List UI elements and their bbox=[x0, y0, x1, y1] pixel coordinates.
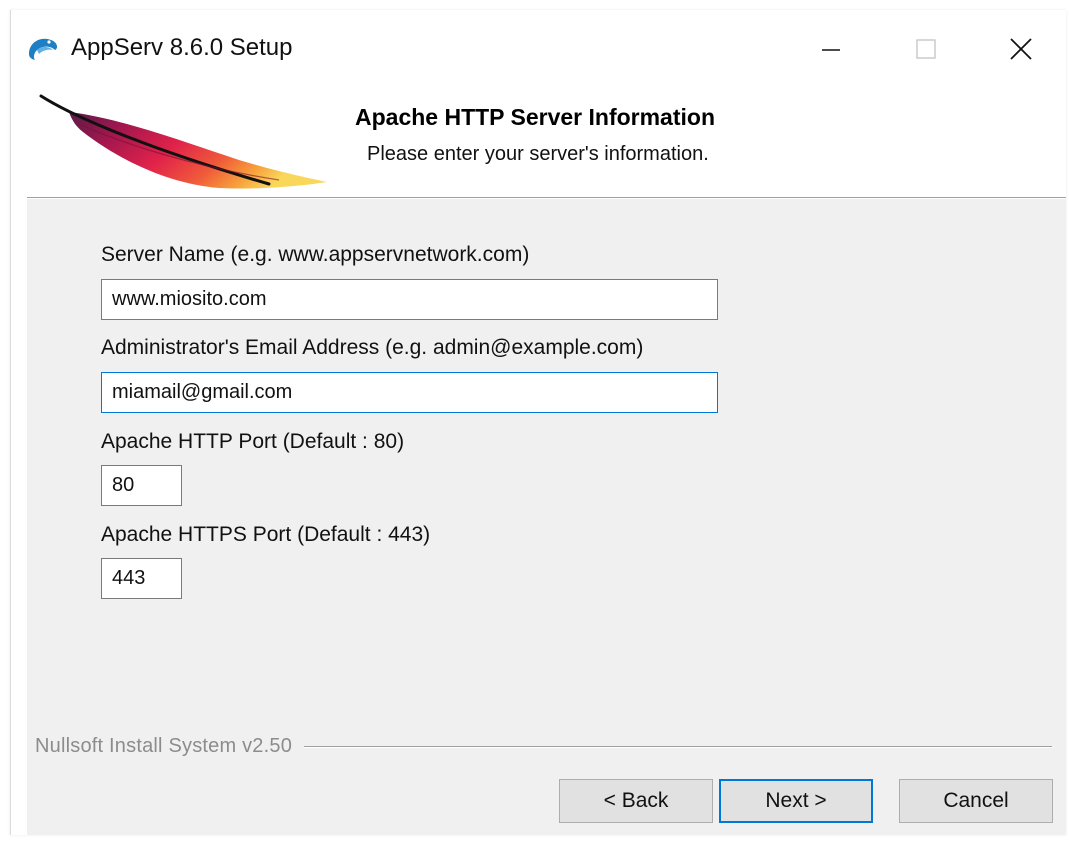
next-button[interactable]: Next > bbox=[719, 779, 873, 823]
http-port-label: Apache HTTP Port (Default : 80) bbox=[101, 430, 405, 453]
minimize-icon bbox=[822, 49, 840, 51]
minimize-button[interactable] bbox=[811, 32, 851, 66]
branding-divider bbox=[304, 745, 1052, 748]
server-name-label: Server Name (e.g. www.appservnetwork.com… bbox=[101, 243, 530, 266]
window-title: AppServ 8.6.0 Setup bbox=[71, 34, 293, 61]
admin-email-input[interactable] bbox=[101, 372, 718, 413]
installer-branding: Nullsoft Install System v2.50 bbox=[35, 735, 1052, 758]
cancel-button[interactable]: Cancel bbox=[899, 779, 1053, 823]
close-icon bbox=[1010, 38, 1032, 60]
server-name-input[interactable] bbox=[101, 279, 718, 320]
title-bar[interactable]: AppServ 8.6.0 Setup bbox=[11, 10, 1066, 82]
page-subtitle: Please enter your server's information. bbox=[367, 143, 709, 165]
branding-text: Nullsoft Install System v2.50 bbox=[35, 735, 293, 757]
appserv-app-icon bbox=[29, 38, 58, 60]
apache-feather-icon bbox=[39, 94, 327, 189]
header-banner: Apache HTTP Server Information Please en… bbox=[11, 82, 1066, 197]
close-button[interactable] bbox=[1001, 32, 1041, 66]
admin-email-label: Administrator's Email Address (e.g. admi… bbox=[101, 336, 644, 359]
setup-window: AppServ 8.6.0 Setup Apache HTTP Server I… bbox=[10, 10, 1066, 835]
form-panel: Server Name (e.g. www.appservnetwork.com… bbox=[27, 199, 1066, 835]
https-port-label: Apache HTTPS Port (Default : 443) bbox=[101, 523, 431, 546]
back-button[interactable]: < Back bbox=[559, 779, 713, 823]
https-port-input[interactable] bbox=[101, 558, 182, 599]
maximize-icon bbox=[916, 39, 936, 59]
page-title: Apache HTTP Server Information bbox=[355, 104, 715, 130]
maximize-button[interactable] bbox=[906, 32, 946, 66]
http-port-input[interactable] bbox=[101, 465, 182, 506]
